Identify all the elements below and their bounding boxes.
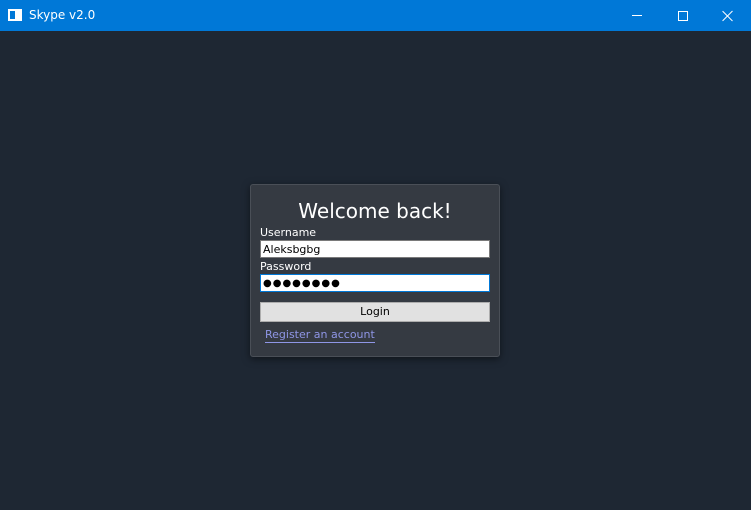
password-field[interactable]: [260, 274, 490, 292]
title-bar[interactable]: Skype v2.0: [0, 0, 751, 31]
close-icon: [722, 10, 734, 22]
window-title: Skype v2.0: [29, 8, 96, 22]
login-button[interactable]: Login: [260, 302, 490, 322]
register-link[interactable]: Register an account: [265, 328, 375, 343]
maximize-icon: [678, 10, 688, 21]
app-icon: [8, 9, 22, 21]
minimize-icon: [632, 15, 642, 16]
minimize-button[interactable]: [614, 0, 660, 31]
password-label: Password: [260, 260, 312, 273]
login-heading: Welcome back!: [298, 199, 452, 223]
username-label: Username: [260, 226, 317, 239]
app-window: Skype v2.0 Welcome back! Username Passwo…: [0, 0, 751, 510]
maximize-button[interactable]: [660, 0, 706, 31]
close-button[interactable]: [705, 0, 751, 31]
login-card: Welcome back! Username Password Login Re…: [250, 184, 500, 357]
username-field[interactable]: [260, 240, 490, 258]
